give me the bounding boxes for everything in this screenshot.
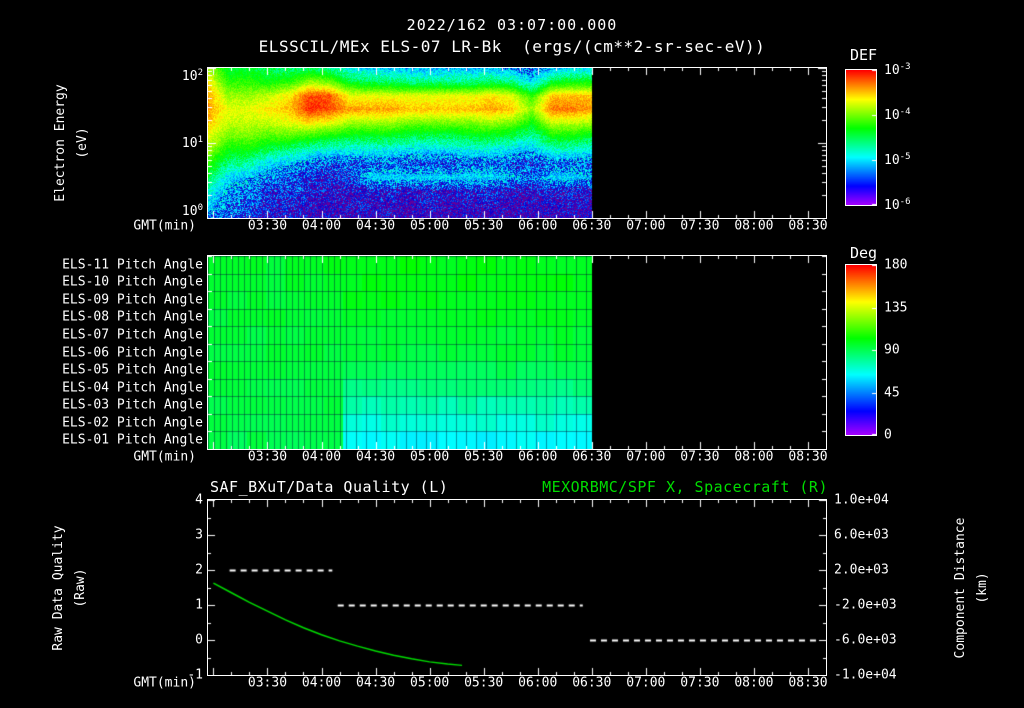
distance-tick-label: -1.0e+04 — [834, 667, 897, 683]
distance-tick-label: 1.0e+04 — [834, 492, 889, 508]
quality-axis-label-text: Raw Data Quality — [50, 525, 66, 651]
distance-axis-label-text: Component Distance — [952, 517, 968, 659]
x-tick-label: 05:30 — [464, 218, 504, 234]
x-tick-label: 04:00 — [301, 449, 342, 465]
timestamp-title: 2022/162 03:07:00.000 — [406, 16, 618, 34]
quality-tick-label: 3 — [195, 527, 203, 543]
pitch-row-label: ELS-05 Pitch Angle — [62, 362, 203, 378]
x-tick-label: 05:00 — [410, 449, 450, 465]
distance-tick-label: -6.0e+03 — [834, 632, 897, 648]
x-tick-label: 08:30 — [788, 675, 828, 691]
energy-spectrogram-canvas — [207, 67, 827, 219]
gmt-label-pitch: GMT(min) — [133, 449, 196, 465]
def-colorbar-tick-label: 10-6 — [884, 196, 911, 214]
energy-tick-label: 101 — [181, 134, 203, 152]
x-tick-label: 06:30 — [572, 449, 612, 465]
x-tick-label: 07:00 — [626, 675, 666, 691]
x-tick-label: 03:30 — [247, 218, 288, 234]
distance-tick-label: 6.0e+03 — [834, 527, 889, 543]
pitch-row-label: ELS-03 Pitch Angle — [62, 397, 203, 413]
x-tick-label: 07:00 — [626, 449, 666, 465]
x-tick-label: 04:30 — [355, 675, 396, 691]
pitch-row-label: ELS-04 Pitch Angle — [62, 380, 203, 396]
energy-axis-label: Electron Energy (eV) — [50, 84, 94, 201]
x-tick-label: 05:00 — [410, 218, 450, 234]
energy-tick-label: 102 — [181, 67, 203, 85]
pitch-row-label: ELS-11 Pitch Angle — [62, 257, 203, 273]
x-tick-label: 04:30 — [355, 449, 396, 465]
x-tick-label: 08:30 — [788, 449, 828, 465]
quality-axis-label-units: (Raw) — [73, 568, 88, 608]
pitch-row-label: ELS-02 Pitch Angle — [62, 415, 203, 431]
distance-axis-label-units: (km) — [975, 572, 990, 604]
deg-colorbar-tick-label: 0 — [884, 427, 892, 443]
x-tick-label: 05:00 — [410, 675, 450, 691]
energy-tick-label: 100 — [181, 202, 203, 220]
instrument-label: ELSSCIL/MEx ELS-07 LR-Bk — [258, 37, 502, 56]
subtitle-gap — [502, 37, 522, 56]
def-colorbar-title: DEF — [850, 46, 878, 64]
pitch-row-label: ELS-06 Pitch Angle — [62, 345, 203, 360]
x-tick-label: 04:30 — [355, 218, 396, 234]
x-tick-label: 03:30 — [247, 449, 288, 465]
def-colorbar — [845, 69, 877, 206]
deg-colorbar — [845, 264, 877, 436]
quality-tick-label: 2 — [195, 562, 203, 578]
quality-tick-label: 1 — [195, 597, 203, 613]
deg-colorbar-tick-label: 135 — [884, 300, 908, 315]
x-tick-label: 03:30 — [247, 675, 288, 691]
x-tick-label: 05:30 — [464, 449, 504, 465]
deg-colorbar-title: Deg — [850, 244, 878, 262]
x-tick-label: 07:00 — [626, 218, 666, 234]
def-colorbar-tick-label: 10-3 — [884, 61, 911, 79]
quality-tick-label: 4 — [195, 492, 203, 508]
x-tick-label: 08:00 — [734, 675, 774, 691]
x-tick-label: 05:30 — [464, 675, 504, 691]
pitch-row-label: ELS-07 Pitch Angle — [62, 327, 203, 343]
x-tick-label: 04:00 — [301, 218, 342, 234]
quality-axis-label: Raw Data Quality (Raw) — [48, 525, 92, 650]
quality-chart-canvas — [207, 499, 827, 676]
spacecraft-title-right: MEXORBMC/SPF X, Spacecraft (R) — [542, 478, 828, 496]
pitch-row-label: ELS-10 Pitch Angle — [62, 274, 203, 290]
energy-axis-label-text: Electron Energy — [52, 84, 68, 202]
pitch-row-label: ELS-09 Pitch Angle — [62, 292, 203, 308]
x-tick-label: 06:00 — [518, 218, 558, 234]
quality-tick-label: 0 — [195, 632, 203, 648]
x-tick-label: 06:30 — [572, 675, 612, 691]
pitch-row-label: ELS-01 Pitch Angle — [62, 432, 203, 448]
deg-colorbar-tick-label: 90 — [884, 342, 900, 358]
x-tick-label: 08:30 — [788, 218, 828, 234]
gmt-label-energy: GMT(min) — [133, 218, 196, 234]
quality-tick-label: -1 — [187, 667, 203, 683]
def-colorbar-tick-label: 10-5 — [884, 151, 911, 169]
quality-title-left: SAF_BXuT/Data Quality (L) — [210, 478, 449, 496]
deg-colorbar-tick-label: 180 — [884, 257, 908, 273]
pitch-angle-canvas — [207, 255, 827, 450]
x-tick-label: 04:00 — [301, 675, 342, 691]
pitch-row-label: ELS-08 Pitch Angle — [62, 309, 203, 325]
units-label: (ergs/(cm**2-sr-sec-eV)) — [522, 37, 766, 56]
distance-axis-label: Component Distance (km) — [950, 518, 994, 659]
def-colorbar-tick-label: 10-4 — [884, 106, 911, 124]
distance-tick-label: 2.0e+03 — [834, 562, 889, 578]
x-tick-label: 06:00 — [518, 449, 558, 465]
x-tick-label: 07:30 — [680, 449, 720, 465]
energy-axis-label-units: (eV) — [75, 127, 90, 159]
plot-screen: 2022/162 03:07:00.000 ELSSCIL/MEx ELS-07… — [0, 0, 1024, 708]
x-tick-label: 07:30 — [680, 218, 720, 234]
distance-tick-label: -2.0e+03 — [834, 597, 897, 613]
x-tick-label: 07:30 — [680, 675, 720, 691]
deg-colorbar-tick-label: 45 — [884, 385, 900, 400]
x-tick-label: 08:00 — [734, 449, 774, 465]
x-tick-label: 06:00 — [518, 675, 558, 691]
x-tick-label: 06:30 — [572, 218, 612, 234]
x-tick-label: 08:00 — [734, 218, 774, 234]
